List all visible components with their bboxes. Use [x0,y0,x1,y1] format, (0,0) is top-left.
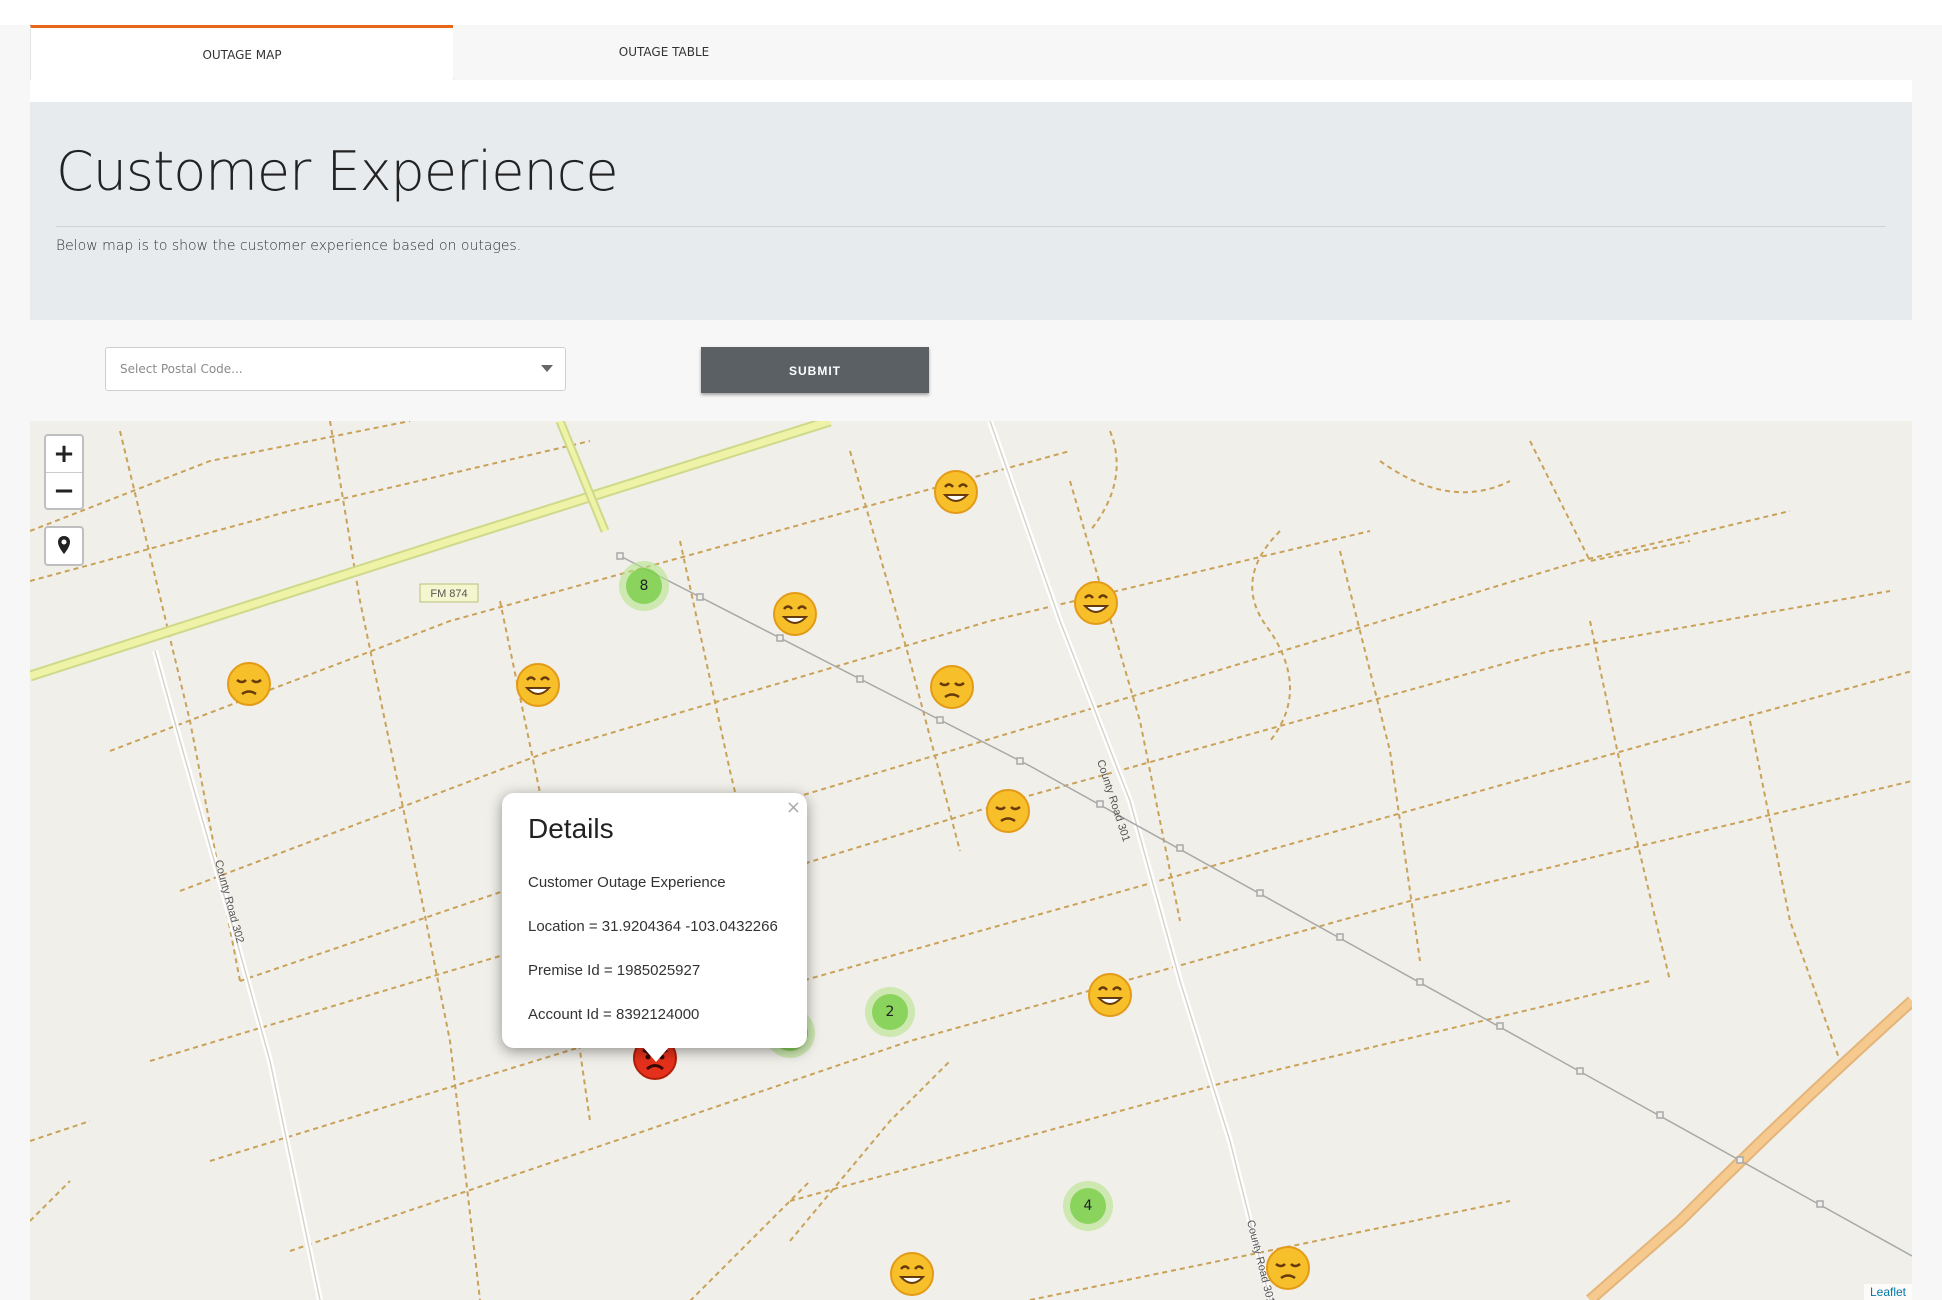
popup-line-account-id: Account Id = 8392124000 [528,1006,700,1023]
happy-face-icon[interactable] [1073,580,1119,626]
tab-content-strip [30,80,1912,102]
happy-face-icon[interactable] [515,662,561,708]
tab-outage-table[interactable]: OUTAGE TABLE [453,25,875,79]
postal-code-select[interactable]: Select Postal Code... [105,347,566,391]
outage-map[interactable]: FM 874 County Road 302 County Road 301 C… [30,421,1912,1300]
road-label-county302: County Road 302 [212,859,246,945]
postal-code-placeholder: Select Postal Code... [120,362,243,376]
map-tiles: FM 874 County Road 302 County Road 301 C… [30,421,1912,1300]
zoom-in-button[interactable]: + [46,436,82,473]
page-title: Customer Experience [56,140,619,203]
road-label-fm874: FM 874 [430,588,467,600]
popup-line-location: Location = 31.9204364 -103.0432266 [528,918,778,935]
cluster-count: 8 [626,568,662,604]
sad-face-icon[interactable] [1265,1245,1311,1291]
cluster-count: 4 [1070,1188,1106,1224]
details-popup: × Details Customer Outage Experience Loc… [502,793,807,1062]
chevron-down-icon [541,365,553,372]
popup-line-premise-id: Premise Id = 1985025927 [528,962,701,979]
sad-face-icon[interactable] [929,664,975,710]
popup-title: Details [528,813,614,844]
hero-banner: Customer Experience Below map is to show… [30,102,1912,320]
power-line [616,552,1912,1257]
title-divider [56,226,1886,227]
happy-face-icon[interactable] [1087,972,1133,1018]
cluster-marker[interactable]: 8 [619,561,669,611]
tab-outage-map[interactable]: OUTAGE MAP [30,25,454,82]
cluster-count: 2 [872,994,908,1030]
popup-tip [642,1046,670,1062]
cluster-marker[interactable]: 2 [865,987,915,1037]
submit-button[interactable]: SUBMIT [701,347,929,393]
sad-face-icon[interactable] [985,788,1031,834]
page: OUTAGE MAP OUTAGE TABLE Customer Experie… [0,25,1942,1300]
map-attribution[interactable]: Leaflet [1863,1284,1912,1300]
map-pin-icon [58,536,70,554]
happy-face-icon[interactable] [772,591,818,637]
zoom-out-button[interactable]: − [46,473,82,509]
happy-face-icon[interactable] [933,469,979,515]
locate-button[interactable] [44,526,84,566]
sad-face-icon[interactable] [226,661,272,707]
arterial-road [1586,996,1912,1300]
happy-face-icon[interactable] [889,1251,935,1297]
popup-line-experience: Customer Outage Experience [528,874,726,891]
page-description: Below map is to show the customer experi… [56,238,522,254]
zoom-control: + − [44,434,84,510]
minor-roads [30,421,1912,1300]
tab-bar: OUTAGE MAP OUTAGE TABLE [30,25,1912,82]
cluster-marker[interactable]: 4 [1063,1181,1113,1231]
popup-close-button[interactable]: × [786,797,801,818]
